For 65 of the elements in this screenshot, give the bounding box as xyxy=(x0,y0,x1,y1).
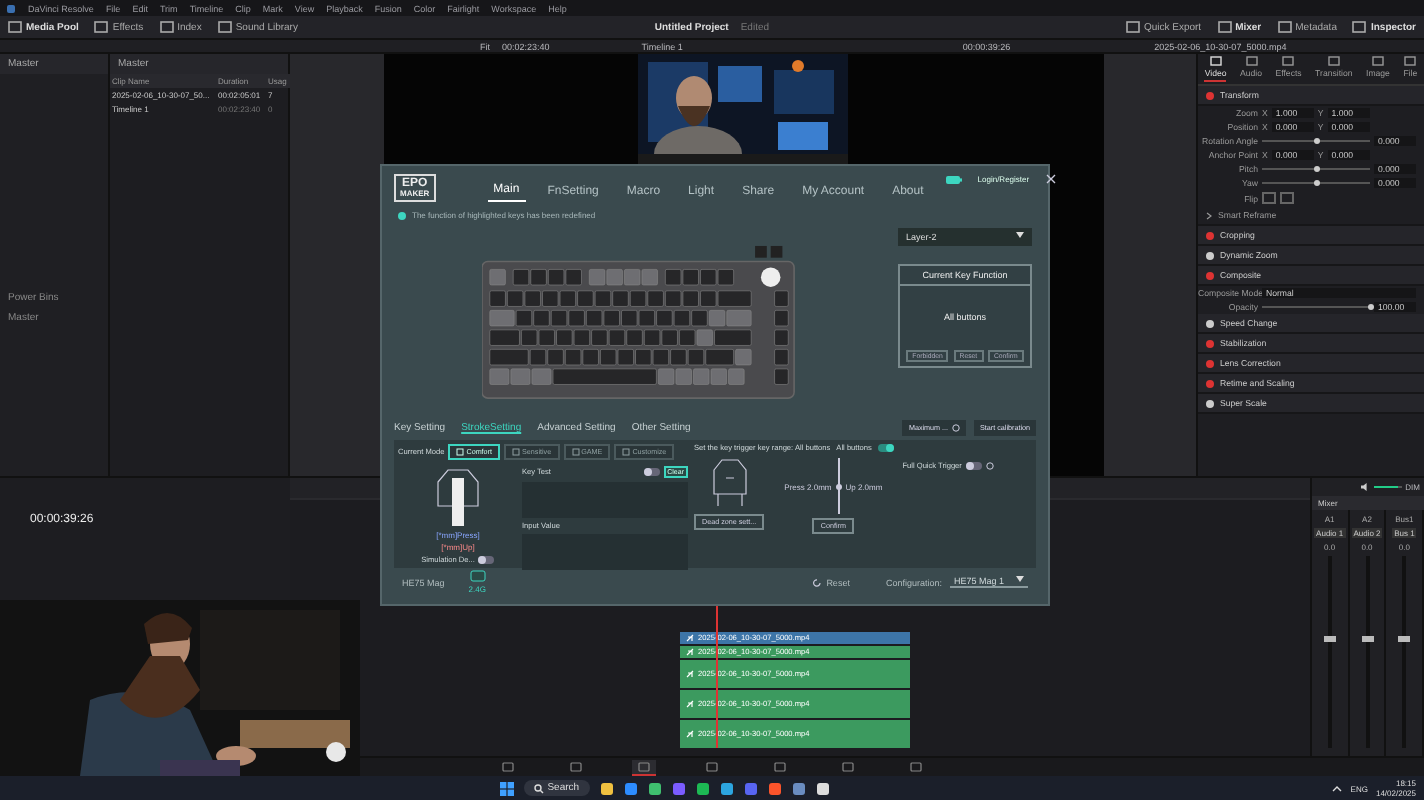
input-value-field[interactable] xyxy=(522,534,688,570)
keyboard-drawing[interactable] xyxy=(482,244,798,404)
caret-icon xyxy=(1016,232,1024,238)
panel-icon xyxy=(94,20,109,34)
panel-icon xyxy=(1125,20,1140,34)
app-icon xyxy=(6,3,16,13)
panel-icon xyxy=(159,20,174,34)
mode-icon xyxy=(571,448,580,456)
search-icon xyxy=(533,783,544,793)
toggle-switch[interactable] xyxy=(643,468,660,476)
slider-thumb[interactable] xyxy=(1313,166,1319,172)
page-icon xyxy=(774,762,786,772)
speaker-icon xyxy=(1359,482,1370,492)
fader-thumb[interactable] xyxy=(1361,636,1373,643)
receiver-icon xyxy=(469,570,486,582)
link-icon xyxy=(686,730,694,738)
tab-icon xyxy=(1245,56,1258,66)
travel-slider[interactable] xyxy=(835,458,842,514)
page-icon xyxy=(910,762,922,772)
tab-icon xyxy=(1404,56,1417,66)
page-icon xyxy=(502,762,514,772)
info-icon xyxy=(985,462,994,470)
panel-icon xyxy=(1217,20,1232,34)
tab-icon xyxy=(1371,56,1384,66)
page-button[interactable] xyxy=(904,760,928,774)
page-icon xyxy=(842,762,854,772)
slider-thumb[interactable] xyxy=(1367,304,1373,310)
page-button[interactable] xyxy=(632,759,656,775)
tab-icon xyxy=(1282,56,1295,66)
start-icon[interactable] xyxy=(499,781,514,795)
toggle-switch[interactable] xyxy=(877,444,894,452)
link-icon xyxy=(686,634,694,642)
page-icon xyxy=(570,762,582,772)
chevron-icon[interactable] xyxy=(1332,783,1343,793)
panel-icon xyxy=(1352,20,1367,34)
chevron-icon xyxy=(1206,211,1212,219)
toggle-switch[interactable] xyxy=(478,556,495,564)
travel-thumb[interactable] xyxy=(835,483,842,489)
info-icon xyxy=(952,424,961,432)
panel-icon xyxy=(1277,20,1292,34)
panel-icon xyxy=(217,20,232,34)
reset-icon xyxy=(812,577,823,587)
page-icon xyxy=(638,761,650,771)
battery-icon xyxy=(945,175,962,183)
slider-thumb[interactable] xyxy=(1313,138,1319,144)
caret-icon xyxy=(1016,576,1024,582)
mode-icon xyxy=(512,448,520,456)
mode-icon xyxy=(622,448,631,456)
link-icon xyxy=(686,670,694,678)
tab-icon xyxy=(1327,56,1340,66)
page-icon xyxy=(706,762,718,772)
page-button[interactable] xyxy=(768,760,792,774)
status-dot xyxy=(398,211,406,219)
tab-icon xyxy=(1209,56,1222,66)
fader-thumb[interactable] xyxy=(1323,636,1336,643)
panel-icon xyxy=(8,20,22,34)
toggle-switch[interactable] xyxy=(965,462,982,470)
close-icon[interactable] xyxy=(1045,174,1056,184)
page-button[interactable] xyxy=(496,760,520,774)
slider-thumb[interactable] xyxy=(1313,180,1319,186)
page-button[interactable] xyxy=(564,760,588,774)
link-icon xyxy=(686,700,694,708)
fader-thumb[interactable] xyxy=(1398,636,1411,643)
link-icon xyxy=(686,648,694,656)
mode-icon xyxy=(456,448,465,456)
